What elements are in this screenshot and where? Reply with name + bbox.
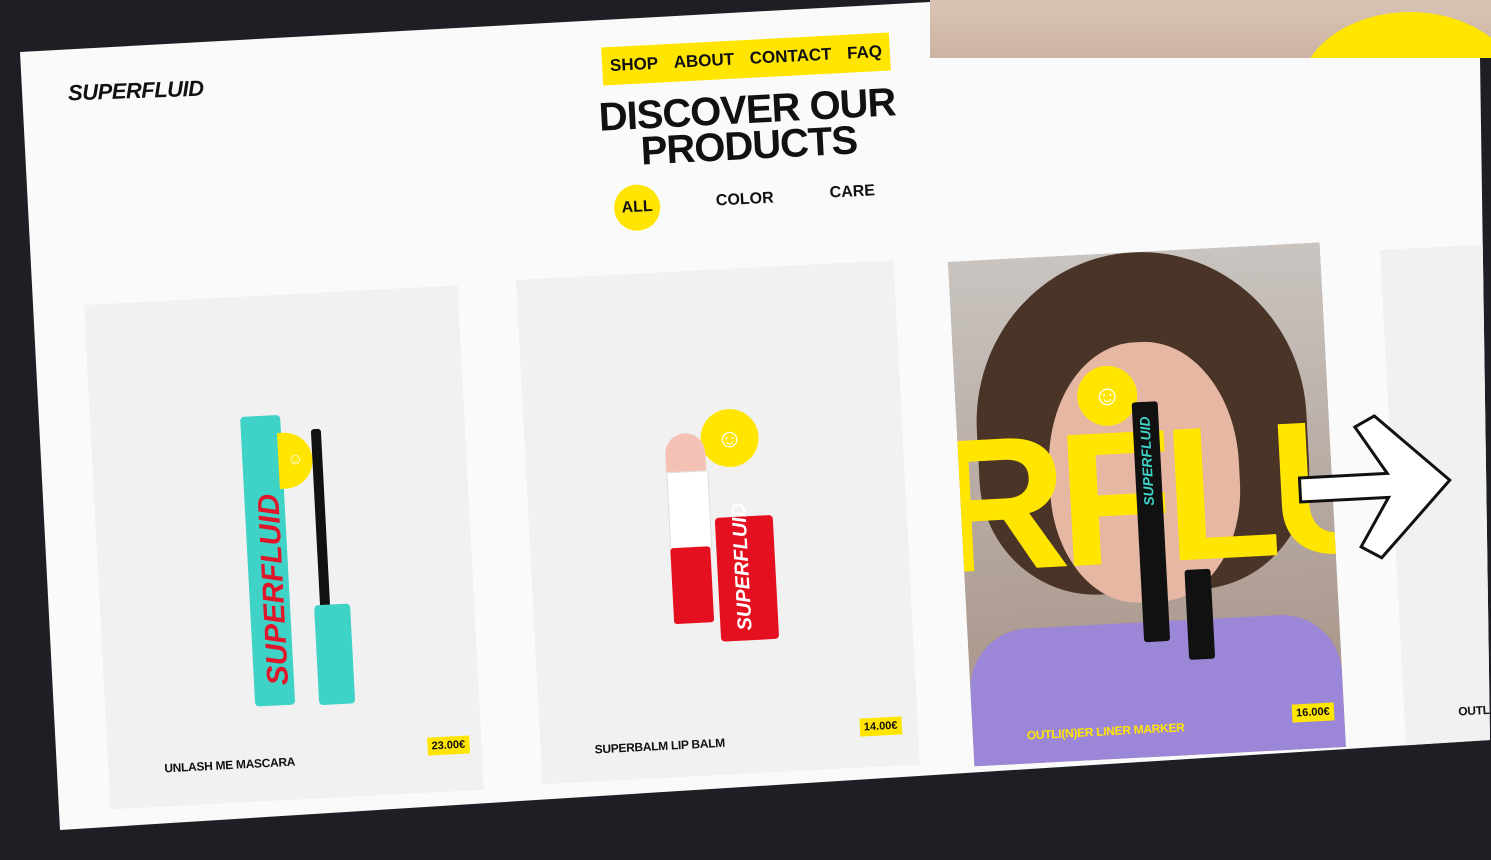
lip-balm-cap: SUPERFLUID: [714, 502, 780, 642]
category-filters: ALL COLOR CARE: [613, 168, 915, 234]
website-page: SUPERFLUID SHOP ABOUT CONTACT FAQ DISCOV…: [20, 2, 1490, 830]
nav-about[interactable]: ABOUT: [673, 50, 734, 73]
product-name[interactable]: SUPERBALM LIP BALM: [594, 736, 725, 757]
nav-faq[interactable]: FAQ: [847, 42, 883, 64]
filter-all[interactable]: ALL: [613, 183, 662, 232]
nav-contact[interactable]: CONTACT: [749, 45, 832, 69]
product-price: 16.00€: [1291, 702, 1335, 723]
nav-shop[interactable]: SHOP: [609, 54, 658, 76]
main-nav: SHOP ABOUT CONTACT FAQ: [601, 32, 891, 86]
product-name[interactable]: UNLASH ME MASCARA: [164, 755, 295, 776]
product-logo: SUPERFLUID: [252, 493, 296, 687]
product-card-lip-balm[interactable]: ☺ SUPERFLUID SUPERBALM LIP BALM 14.00€: [516, 260, 920, 785]
product-price: 23.00€: [427, 735, 470, 756]
product-logo: SUPERFLUID: [1136, 416, 1158, 507]
product-name[interactable]: OUTLI(N)E: [1458, 702, 1490, 719]
product-card-liner[interactable]: RFLU ☺ SUPERFLUID OUTLI(N)ER LINER MARKE…: [948, 242, 1346, 767]
liner-cap: [1184, 568, 1216, 660]
product-price: 14.00€: [859, 716, 902, 737]
smiley-icon: ☺: [276, 431, 314, 489]
top-photo: [930, 0, 1491, 58]
product-card-mascara[interactable]: SUPERFLUID ☺ UNLASH ME MASCARA 23.00€: [84, 285, 484, 810]
product-logo: SUPERFLUID: [727, 502, 757, 632]
mascara-wand: [310, 428, 331, 620]
page-title: DISCOVER OUR PRODUCTS: [596, 80, 899, 173]
brand-logo[interactable]: SUPERFLUID: [68, 76, 204, 107]
mascara-cap: [314, 603, 356, 706]
lip-balm-body: [666, 470, 713, 551]
filter-color[interactable]: COLOR: [715, 190, 774, 211]
filter-care[interactable]: CARE: [829, 182, 875, 202]
smiley-icon: ☺: [699, 407, 761, 469]
arrow-right-icon[interactable]: [1296, 412, 1456, 562]
lip-balm-base: [670, 546, 715, 625]
yellow-circle: [1300, 12, 1491, 58]
